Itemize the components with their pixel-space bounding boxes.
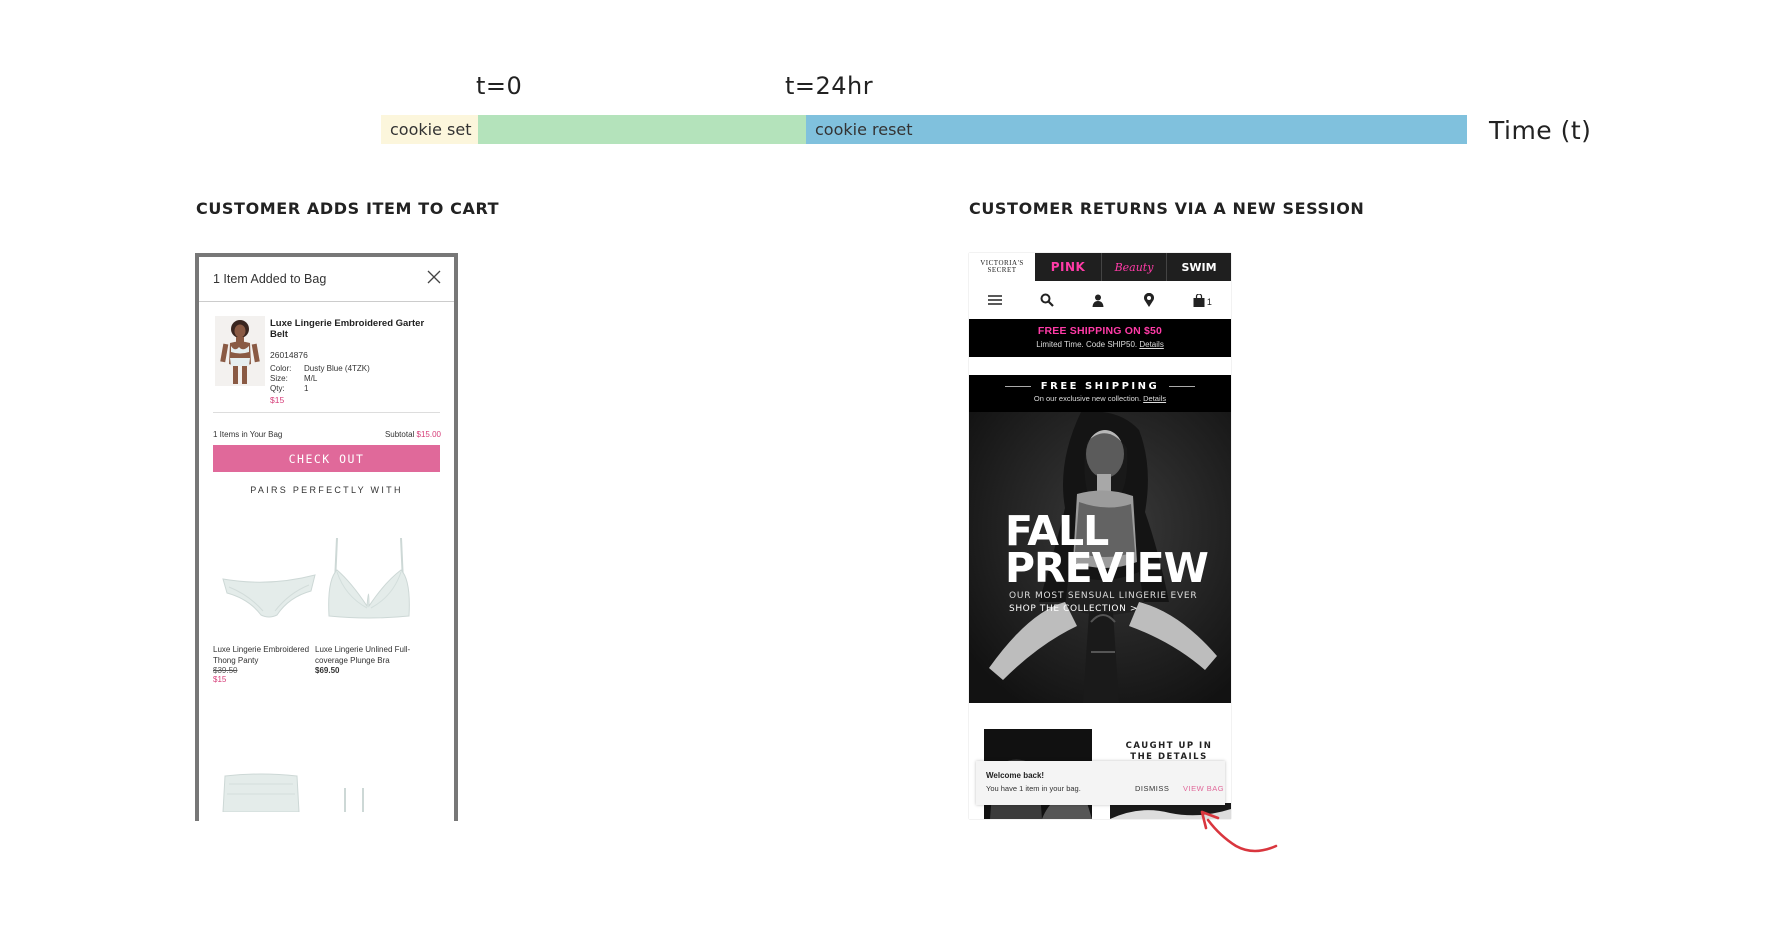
product-name: Luxe Lingerie Unlined Full-coverage Plun… [315, 645, 411, 665]
shopping-bag-icon[interactable] [1193, 293, 1205, 307]
size-key: Size: [270, 374, 288, 383]
t24hr-label: t=24hr [785, 72, 874, 100]
color-key: Color: [270, 364, 292, 373]
free-shipping-title: FREE SHIPPING [969, 381, 1231, 392]
free-shipping-desc: On our exclusive new collection. [1033, 394, 1142, 403]
hero-banner[interactable]: FREE SHIPPING On our exclusive new colle… [969, 375, 1231, 703]
product-card-bra[interactable]: Luxe Lingerie Unlined Full-coverage Plun… [315, 644, 415, 675]
free-shipping-band: FREE SHIPPING On our exclusive new colle… [969, 375, 1231, 412]
product-price: $69.50 [315, 666, 340, 675]
left-section-heading: CUSTOMER ADDS ITEM TO CART [196, 199, 500, 218]
toast-view-bag-button[interactable]: VIEW BAG [1183, 784, 1224, 793]
item-sku: 26014876 [270, 350, 308, 360]
promo-details-link[interactable]: Details [1139, 340, 1163, 349]
qty-value: 1 [304, 384, 309, 393]
product-bra-image[interactable] [323, 536, 415, 626]
promo-banner[interactable]: FREE SHIPPING ON $50 Limited Time. Code … [969, 319, 1231, 357]
header-icons: 1 [969, 281, 1231, 319]
right-section-heading: CUSTOMER RETURNS VIA A NEW SESSION [969, 199, 1365, 218]
account-icon[interactable] [1092, 294, 1104, 307]
qty-key: Qty: [270, 384, 285, 393]
item-qty-row: Qty: 1 [270, 384, 308, 393]
cookie-active-segment [478, 115, 806, 144]
checkout-button[interactable]: CHECK OUT [213, 445, 440, 472]
bag-count-badge: 1 [1206, 296, 1212, 307]
product-image-partial [222, 773, 300, 812]
free-shipping-details-link[interactable]: Details [1143, 394, 1166, 403]
modal-header: 1 Item Added to Bag [199, 257, 454, 302]
promo-code-text: Limited Time. Code SHIP50. [1036, 340, 1138, 349]
bag-button[interactable]: 1 [1193, 293, 1212, 307]
hero-headline-line2: PREVIEW [1005, 544, 1209, 592]
toast-body: You have 1 item in your bag. [986, 784, 1081, 793]
brand-victorias-secret[interactable]: VICTORIA'S SECRET [969, 253, 1035, 281]
divider [213, 412, 440, 413]
welcome-back-toast: Welcome back! You have 1 item in your ba… [976, 761, 1225, 805]
brand-bar: VICTORIA'S SECRET PINK Beauty SWIM [969, 253, 1231, 281]
item-price: $15 [270, 395, 285, 405]
subtotal-label: Subtotal [384, 430, 415, 439]
pairs-heading: PAIRS PERFECTLY WITH [250, 485, 403, 495]
product-name: Luxe Lingerie Embroidered Thong Panty [213, 645, 310, 665]
product-thong-image[interactable] [219, 567, 319, 627]
promo-subtext: Limited Time. Code SHIP50. Details [969, 340, 1231, 349]
subtotal: Subtotal $15.00 [385, 430, 441, 439]
hero-tagline: OUR MOST SENSUAL LINGERIE EVER [1009, 591, 1198, 601]
item-size-row: Size: M/L [270, 374, 317, 383]
item-color-row: Color: Dusty Blue (4TZK) [270, 364, 370, 373]
brand-vs-line2: SECRET [987, 266, 1017, 274]
toast-dismiss-button[interactable]: DISMISS [1135, 784, 1169, 793]
item-name[interactable]: Luxe Lingerie Embroidered Garter Belt [270, 318, 435, 340]
time-axis-title: Time (t) [1489, 116, 1592, 145]
t0-label: t=0 [476, 72, 523, 100]
shop-collection-link[interactable]: SHOP THE COLLECTION > [1009, 604, 1138, 614]
annotation-arrow-icon [1200, 810, 1278, 853]
color-value: Dusty Blue (4TZK) [304, 364, 370, 373]
promo-title: FREE SHIPPING ON $50 [1037, 325, 1163, 337]
brand-pink[interactable]: PINK [1035, 253, 1101, 281]
product-sale-price: $15 [213, 675, 227, 684]
subtotal-value: $15.00 [416, 430, 441, 439]
size-value: M/L [304, 374, 318, 383]
caught-line1: CAUGHT UP IN [1125, 741, 1213, 751]
modal-title: 1 Item Added to Bag [213, 272, 327, 286]
close-icon[interactable] [426, 269, 442, 285]
product-card-thong[interactable]: Luxe Lingerie Embroidered Thong Panty $3… [213, 644, 318, 684]
search-icon[interactable] [1040, 293, 1055, 307]
hero-headline: FALL PREVIEW [1005, 511, 1209, 592]
brand-beauty[interactable]: Beauty [1101, 253, 1166, 281]
cookie-set-segment: cookie set [381, 115, 478, 144]
store-locator-icon[interactable] [1143, 293, 1155, 307]
return-session-screenshot: VICTORIA'S SECRET PINK Beauty SWIM 1 FREE… [969, 253, 1231, 819]
toast-title: Welcome back! [986, 771, 1045, 780]
menu-icon[interactable] [988, 294, 1003, 306]
product-image-partial-2 [344, 788, 364, 812]
bag-count-text: 1 Items in Your Bag [213, 430, 283, 439]
free-shipping-subtext: On our exclusive new collection. Details [969, 394, 1231, 403]
item-thumbnail-image [215, 316, 265, 386]
add-to-bag-modal-screenshot: 1 Item Added to Bag Luxe Lingerie Embroi… [195, 253, 458, 821]
product-old-price: $39.50 [213, 666, 238, 675]
caught-up-heading: CAUGHT UP IN THE DETAILS [1119, 741, 1219, 763]
brand-swim[interactable]: SWIM [1166, 253, 1231, 281]
cookie-reset-segment: cookie reset [806, 115, 1467, 144]
